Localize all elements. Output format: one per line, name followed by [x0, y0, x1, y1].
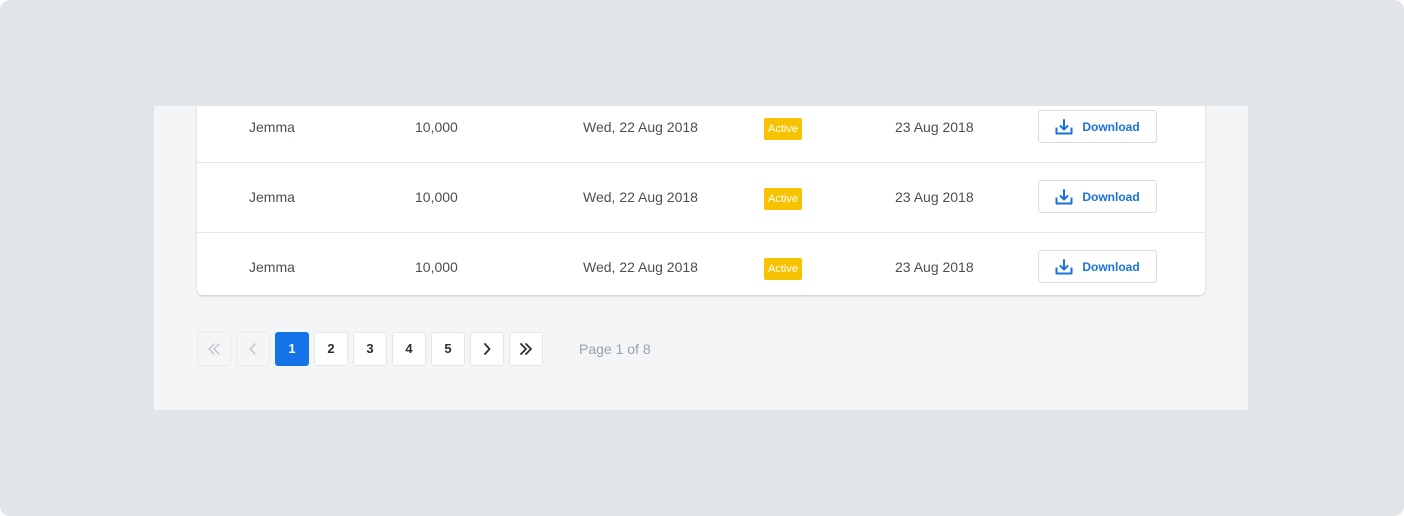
cell-amount: 10,000	[415, 189, 458, 205]
table-row: Jemma 10,000 Wed, 22 Aug 2018 Active 23 …	[197, 106, 1205, 163]
status-badge: Active	[764, 188, 802, 210]
page-button-3[interactable]: 3	[353, 331, 387, 366]
page-button-2[interactable]: 2	[314, 331, 348, 366]
cell-expiry: 23 Aug 2018	[895, 189, 974, 205]
invoice-table: Jemma 10,000 Wed, 22 Aug 2018 Active 23 …	[197, 106, 1205, 295]
cell-amount: 10,000	[415, 259, 458, 275]
cell-expiry: 23 Aug 2018	[895, 259, 974, 275]
download-icon	[1055, 258, 1073, 274]
page-button-4[interactable]: 4	[392, 331, 426, 366]
prev-page-button[interactable]	[236, 331, 270, 366]
cell-name: Jemma	[249, 189, 295, 205]
pagination: 1 2 3 4 5 Page 1 of 8	[197, 331, 651, 366]
page-button-1[interactable]: 1	[275, 331, 309, 366]
download-label: Download	[1082, 259, 1140, 274]
next-page-button[interactable]	[470, 331, 504, 366]
cell-amount: 10,000	[415, 119, 458, 135]
cell-name: Jemma	[249, 119, 295, 135]
table-row: Jemma 10,000 Wed, 22 Aug 2018 Active 23 …	[197, 232, 1205, 302]
chevron-right-icon	[484, 342, 491, 355]
cell-date: Wed, 22 Aug 2018	[583, 189, 698, 205]
last-page-button[interactable]	[509, 331, 543, 366]
cell-date: Wed, 22 Aug 2018	[583, 119, 698, 135]
cell-expiry: 23 Aug 2018	[895, 119, 974, 135]
first-page-button[interactable]	[197, 331, 231, 366]
page-info: Page 1 of 8	[579, 340, 651, 357]
cell-date: Wed, 22 Aug 2018	[583, 259, 698, 275]
download-button[interactable]: Download	[1038, 250, 1157, 283]
download-label: Download	[1082, 119, 1140, 134]
table-row: Jemma 10,000 Wed, 22 Aug 2018 Active 23 …	[197, 162, 1205, 233]
status-cell: Active	[764, 186, 802, 210]
download-icon	[1055, 118, 1073, 134]
chevron-left-icon	[249, 342, 256, 355]
status-cell: Active	[764, 256, 802, 280]
status-badge: Active	[764, 258, 802, 280]
download-button[interactable]: Download	[1038, 180, 1157, 213]
page-button-5[interactable]: 5	[431, 331, 465, 366]
content-panel: Jemma 10,000 Wed, 22 Aug 2018 Active 23 …	[154, 106, 1248, 410]
download-button[interactable]: Download	[1038, 110, 1157, 143]
status-badge: Active	[764, 118, 802, 140]
cell-name: Jemma	[249, 259, 295, 275]
double-chevron-left-icon	[208, 342, 220, 355]
status-cell: Active	[764, 116, 802, 140]
download-icon	[1055, 188, 1073, 204]
screen-background: Jemma 10,000 Wed, 22 Aug 2018 Active 23 …	[0, 0, 1404, 516]
double-chevron-right-icon	[520, 342, 532, 355]
download-label: Download	[1082, 189, 1140, 204]
